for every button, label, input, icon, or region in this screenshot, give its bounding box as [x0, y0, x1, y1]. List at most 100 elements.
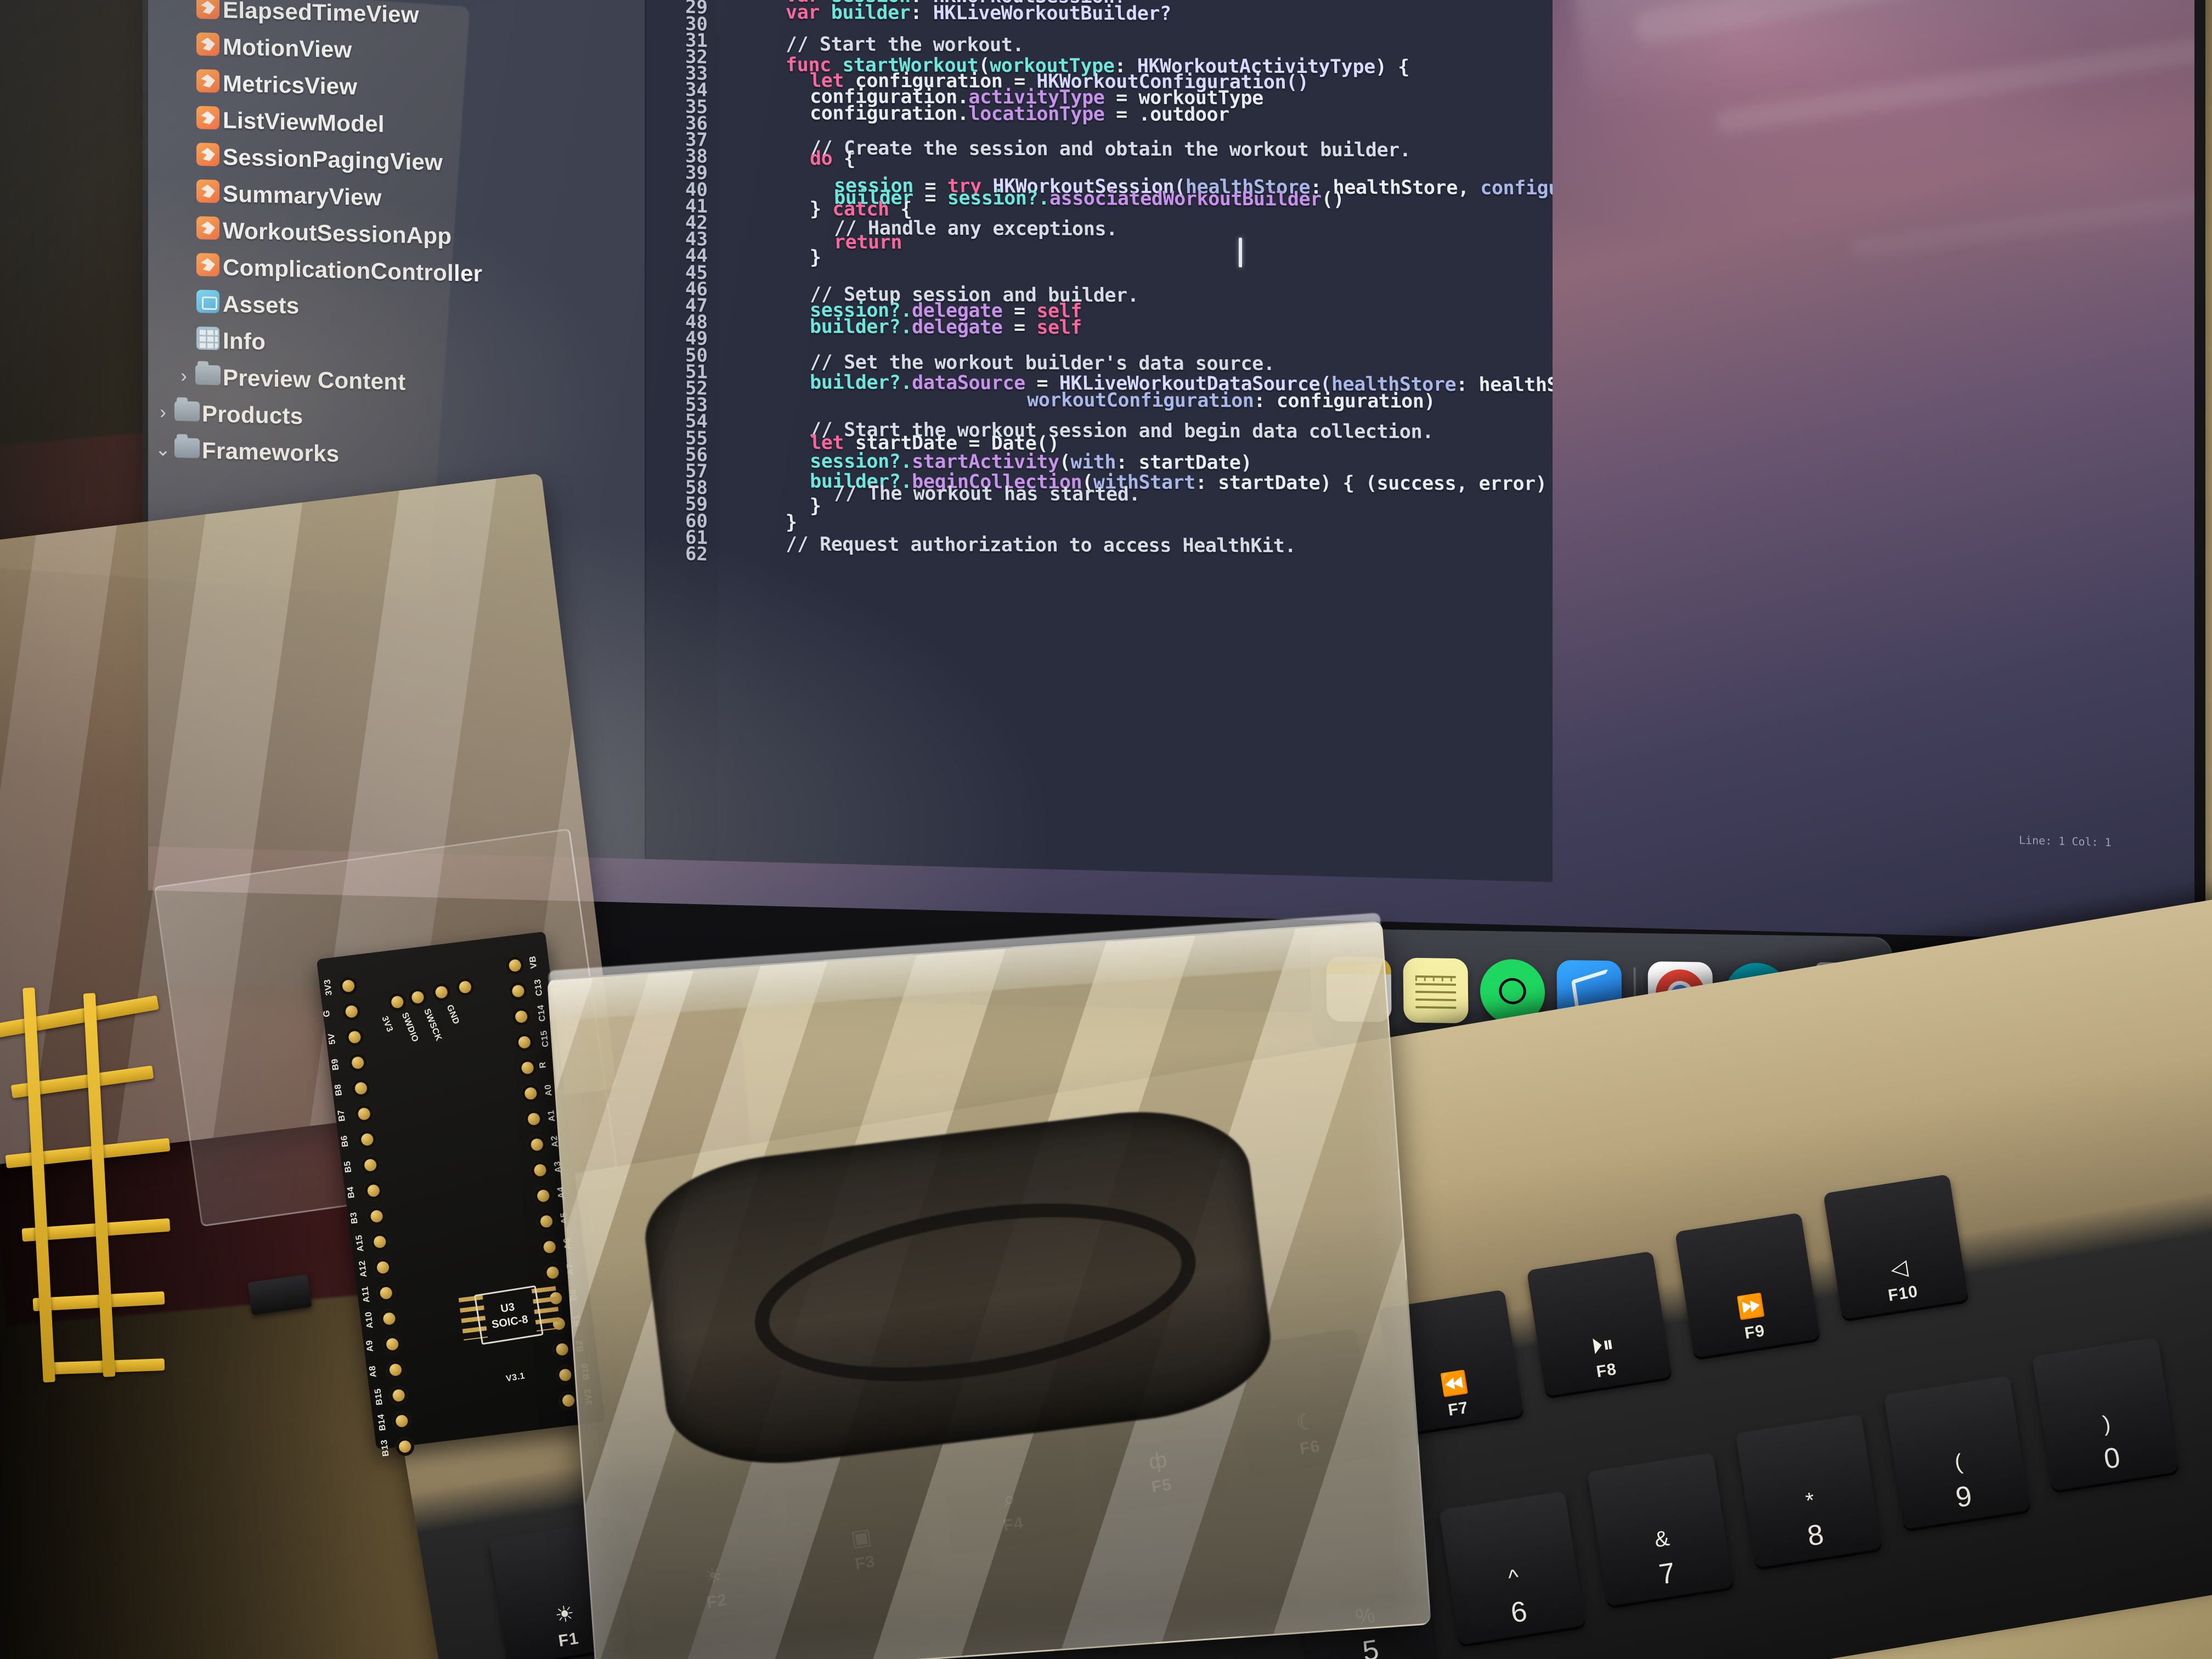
code-token: // The workout has started.	[833, 482, 1141, 506]
code-token: {	[843, 148, 856, 170]
pcb-chip-designator: U3	[499, 1300, 516, 1315]
pcb-pad: 3V3	[323, 975, 359, 997]
code-text-area[interactable]: if showingSummaryView == false {resetWor…	[718, 0, 1553, 882]
code-token: // Request authorization to access Healt…	[785, 533, 1296, 557]
code-line[interactable]: var builder: HKLiveWorkoutBuilder?	[786, 2, 1172, 25]
code-line[interactable]: // Request authorization to access Healt…	[786, 533, 1296, 557]
code-line[interactable]: // Create the session and obtain the wor…	[810, 137, 1411, 161]
code-token: }	[809, 198, 833, 221]
pcb-header-label-3v3: 3V3	[380, 1014, 395, 1034]
key-glyph: ⏪	[1438, 1369, 1470, 1398]
key-shift-glyph: )	[2101, 1411, 2112, 1436]
source-editor[interactable]: 2223242526272829303132333435363738394041…	[646, 0, 1553, 882]
code-token: delegate	[911, 316, 1003, 339]
pcb-pad: A2	[526, 1134, 560, 1155]
pcb-pad-label: C15	[539, 1029, 551, 1048]
code-line[interactable]: workoutConfiguration: configuration)	[1027, 389, 1436, 413]
pcb-pad: B7	[336, 1103, 375, 1125]
key-primary-glyph: 9	[1953, 1480, 1974, 1514]
pcb-pad: A5	[536, 1211, 570, 1232]
key-fn-label: F8	[1595, 1360, 1618, 1381]
key-primary-glyph: 5	[1360, 1634, 1381, 1659]
key-7[interactable]: & 7	[1587, 1452, 1734, 1607]
code-token: HKLiveWorkoutBuilder?	[933, 2, 1172, 25]
code-line[interactable]: }	[786, 511, 798, 533]
pcb-pad-label: A0	[543, 1084, 554, 1097]
code-line[interactable]: configuration.locationType = .outdoor	[810, 102, 1230, 126]
pcb-pad: A7	[542, 1262, 576, 1283]
code-token: with	[1070, 451, 1116, 473]
pcb-pad-label: A15	[354, 1234, 366, 1252]
pcb-pad: G	[322, 1001, 362, 1022]
code-token: do	[809, 148, 844, 170]
editor-status-line: Line: 1 Col: 1	[2019, 833, 2112, 849]
key-9[interactable]: (9	[1883, 1375, 2030, 1530]
key-shift-glyph: *	[1804, 1488, 1816, 1514]
code-token: session?.	[947, 187, 1050, 210]
code-token: session?.	[809, 450, 912, 473]
code-line[interactable]: // Start the workout.	[786, 33, 1024, 57]
pcb-pad-label: R	[538, 1061, 548, 1069]
pcb-revision: V3.1	[505, 1371, 526, 1384]
pcb-pad-label: B13	[379, 1438, 391, 1457]
pcb-pad: C15	[514, 1030, 551, 1053]
pcb-pad: B5	[343, 1154, 381, 1176]
code-line[interactable]: }	[810, 247, 822, 269]
antistatic-bag-with-cable	[547, 912, 1431, 1659]
pcb-pad: A0	[520, 1083, 554, 1104]
key-glyph: ⏩	[1735, 1293, 1767, 1321]
key-6[interactable]: ^ 6	[1438, 1491, 1585, 1645]
dock-item-voice-memos[interactable]	[1403, 957, 1469, 1024]
key-0[interactable]: ) 0	[2032, 1337, 2179, 1491]
code-token: = .outdoor	[1104, 103, 1230, 126]
key-f9-fast-forward[interactable]: ⏩ F9	[1674, 1212, 1820, 1358]
code-line[interactable]: return	[834, 232, 902, 253]
code-token: configuration.	[809, 102, 969, 125]
code-line[interactable]: // Set the workout builder's data source…	[810, 351, 1275, 375]
key-glyph: ☀	[553, 1601, 577, 1628]
pcb-pad-label: B4	[346, 1186, 357, 1199]
code-token: // Create the session and obtain the wor…	[809, 137, 1411, 162]
pcb-header-label-swsck: SWSCK	[422, 1007, 444, 1043]
key-glyph: ⏵⏸	[1590, 1331, 1616, 1359]
code-token: ()	[1321, 188, 1345, 211]
pcb-pad: B6	[340, 1129, 378, 1150]
pcb-chip-u3: U3 SOIC-8	[473, 1285, 544, 1345]
code-token: }	[809, 246, 822, 269]
code-line[interactable]: }	[810, 495, 822, 517]
key-shift-glyph: ^	[1506, 1565, 1521, 1590]
photo-scene: WorkoutSessio...hKit ExtensionWorkoutSes…	[0, 0, 2212, 1659]
key-fn-label: F7	[1447, 1398, 1470, 1420]
key-primary-glyph: 7	[1657, 1556, 1678, 1591]
code-token: : startDate) { (success, error)	[1195, 472, 1553, 495]
pcb-pad-label: C13	[533, 978, 545, 997]
code-token: associatedWorkoutBuilder	[1049, 187, 1322, 211]
pcb-pad: B15	[373, 1385, 409, 1406]
pcb-pad-label: 5V	[326, 1032, 338, 1045]
pcb-pad-label: B14	[376, 1413, 388, 1432]
pcb-pad-label: B7	[336, 1109, 347, 1122]
key-shift-glyph: (	[1953, 1449, 1964, 1475]
pcb-pad: B10	[555, 1362, 591, 1386]
pcb-pad: A8	[368, 1359, 406, 1380]
code-token: (	[1059, 451, 1071, 473]
code-line[interactable]: // The workout has started.	[834, 483, 1141, 506]
code-token: // Set the workout builder's data source…	[809, 351, 1275, 375]
pcb-pad: B2	[551, 1339, 585, 1360]
code-token: : configuration)	[1253, 390, 1436, 413]
code-token: var	[785, 2, 832, 24]
code-token: locationType	[968, 103, 1105, 126]
key-f8-play-pause[interactable]: ⏵⏸ F8	[1526, 1251, 1672, 1397]
pcb-pad-label: A12	[357, 1260, 369, 1278]
pcb-pad: B13	[380, 1436, 416, 1457]
line-number-gutter: 2223242526272829303132333435363738394041…	[646, 0, 718, 861]
code-token: // Start the workout.	[785, 33, 1024, 57]
key-f10-mute[interactable]: ◁ F10	[1823, 1174, 1968, 1319]
code-token: builder?.	[809, 315, 912, 338]
key-8[interactable]: * 8	[1735, 1414, 1882, 1568]
key-shift-glyph: &	[1652, 1526, 1671, 1553]
pcb-pad-label: B3	[349, 1211, 360, 1224]
pcb-pad-label: B5	[342, 1160, 354, 1173]
code-line[interactable]: do {	[810, 148, 856, 170]
code-line[interactable]: builder?.delegate = self	[810, 316, 1082, 339]
